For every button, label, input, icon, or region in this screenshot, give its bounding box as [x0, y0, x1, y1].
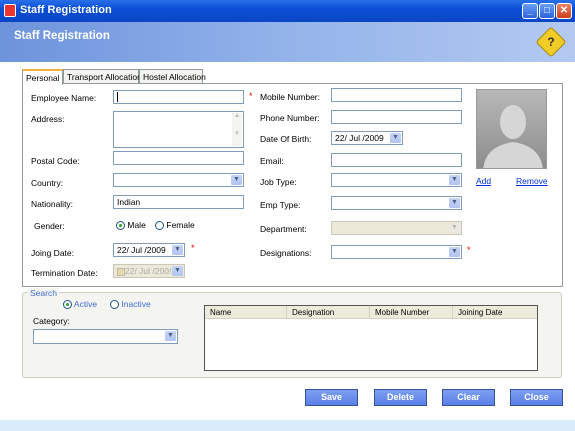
job-type-label: Job Type:: [260, 177, 297, 187]
termination-date-value: 22/ Jul /200!: [125, 266, 172, 276]
app-icon: [4, 4, 16, 17]
column-header-designation[interactable]: Designation: [287, 306, 370, 319]
postal-code-label: Postal Code:: [31, 156, 80, 166]
chevron-down-icon[interactable]: ▼: [449, 175, 460, 185]
staff-grid[interactable]: Name Designation Mobile Number Joining D…: [204, 305, 538, 371]
address-textarea[interactable]: ▲ ▼: [113, 111, 244, 148]
dob-value: 22/ Jul /2009: [335, 133, 384, 143]
postal-code-input[interactable]: [113, 151, 244, 165]
employee-name-label: Employee Name:: [31, 93, 97, 103]
department-label: Department:: [260, 224, 307, 234]
employee-name-input[interactable]: [113, 90, 244, 104]
column-header-mobile[interactable]: Mobile Number: [370, 306, 453, 319]
phone-input[interactable]: [331, 110, 462, 124]
termination-date-picker[interactable]: 22/ Jul /200! ▼: [113, 264, 185, 278]
email-label: Email:: [260, 156, 284, 166]
gender-label: Gender:: [34, 221, 65, 231]
chevron-down-icon[interactable]: ▼: [165, 331, 176, 341]
save-button[interactable]: Save: [305, 389, 358, 406]
chevron-down-icon[interactable]: ▼: [172, 266, 183, 276]
chevron-down-icon[interactable]: ▼: [172, 245, 183, 255]
male-label: Male: [127, 220, 146, 230]
required-mark: *: [467, 245, 471, 255]
bottom-strip: [0, 420, 575, 431]
phone-label: Phone Number:: [260, 113, 320, 123]
category-label: Category:: [33, 316, 70, 326]
chevron-down-icon[interactable]: ▼: [390, 133, 401, 143]
window-title: Staff Registration: [20, 4, 112, 16]
header-title: Staff Registration: [14, 30, 110, 42]
mobile-label: Mobile Number:: [260, 92, 320, 102]
add-photo-link[interactable]: Add: [476, 176, 491, 186]
column-header-joining-date[interactable]: Joining Date: [453, 306, 537, 319]
tab-transport-allocation[interactable]: Transport Allocation: [63, 69, 142, 84]
required-mark: *: [249, 91, 253, 101]
active-label: Active: [73, 299, 98, 309]
mobile-input[interactable]: [331, 88, 462, 102]
column-header-name[interactable]: Name: [205, 306, 287, 319]
search-group-title: Search: [28, 288, 59, 298]
nationality-label: Nationality:: [31, 199, 74, 209]
person-silhouette-icon: [483, 105, 543, 168]
address-scrollbar[interactable]: ▲ ▼: [232, 113, 242, 146]
delete-button[interactable]: Delete: [374, 389, 427, 406]
radio-icon[interactable]: [110, 300, 119, 310]
emp-type-select[interactable]: ▼: [331, 196, 462, 210]
country-select[interactable]: ▼: [113, 173, 244, 187]
category-select[interactable]: ▼: [33, 329, 178, 344]
remove-photo-link[interactable]: Remove: [516, 176, 548, 186]
inactive-radio[interactable]: Inactive: [110, 299, 151, 310]
clear-button[interactable]: Clear: [442, 389, 495, 406]
radio-icon[interactable]: [155, 221, 164, 231]
close-window-button[interactable]: ✕: [556, 3, 572, 19]
inactive-label: Inactive: [121, 299, 151, 309]
female-label: Female: [166, 220, 195, 230]
email-input[interactable]: [331, 153, 462, 167]
country-label: Country:: [31, 178, 64, 188]
checkbox-icon[interactable]: [117, 267, 125, 276]
nationality-input[interactable]: Indian: [113, 195, 244, 209]
photo-placeholder: [476, 89, 547, 169]
joining-date-value: 22/ Jul /2009: [117, 245, 166, 255]
chevron-down-icon[interactable]: ▼: [449, 223, 460, 233]
dob-picker[interactable]: 22/ Jul /2009 ▼: [331, 131, 403, 145]
radio-selected-icon[interactable]: [116, 221, 125, 231]
dob-label: Date Of Birth:: [260, 134, 312, 144]
department-select[interactable]: ▼: [331, 221, 462, 235]
joining-date-picker[interactable]: 22/ Jul /2009 ▼: [113, 243, 185, 257]
minimize-button[interactable]: _: [522, 3, 538, 19]
joining-date-label: Joing Date:: [31, 248, 74, 258]
chevron-down-icon[interactable]: ▼: [231, 175, 242, 185]
close-button[interactable]: Close: [510, 389, 563, 406]
emp-type-label: Emp Type:: [260, 200, 301, 210]
termination-date-label: Termination Date:: [31, 268, 98, 278]
active-radio[interactable]: Active: [63, 299, 98, 310]
gender-male-radio[interactable]: Male: [116, 220, 146, 231]
tab-personal[interactable]: Personal: [22, 69, 63, 85]
chevron-down-icon[interactable]: ▼: [449, 247, 460, 257]
address-label: Address:: [31, 114, 65, 124]
job-type-select[interactable]: ▼: [331, 173, 462, 187]
tab-hostel-allocation[interactable]: Hostel Allocation: [139, 69, 206, 84]
header-banner: Staff Registration: [0, 22, 575, 62]
maximize-button[interactable]: □: [539, 3, 555, 19]
designations-select[interactable]: ▼: [331, 245, 462, 259]
chevron-down-icon[interactable]: ▼: [449, 198, 460, 208]
gender-female-radio[interactable]: Female: [155, 220, 195, 231]
required-mark: *: [191, 243, 195, 253]
radio-selected-icon[interactable]: [63, 300, 72, 310]
title-bar: Staff Registration _ □ ✕: [0, 0, 575, 22]
designations-label: Designations:: [260, 248, 312, 258]
